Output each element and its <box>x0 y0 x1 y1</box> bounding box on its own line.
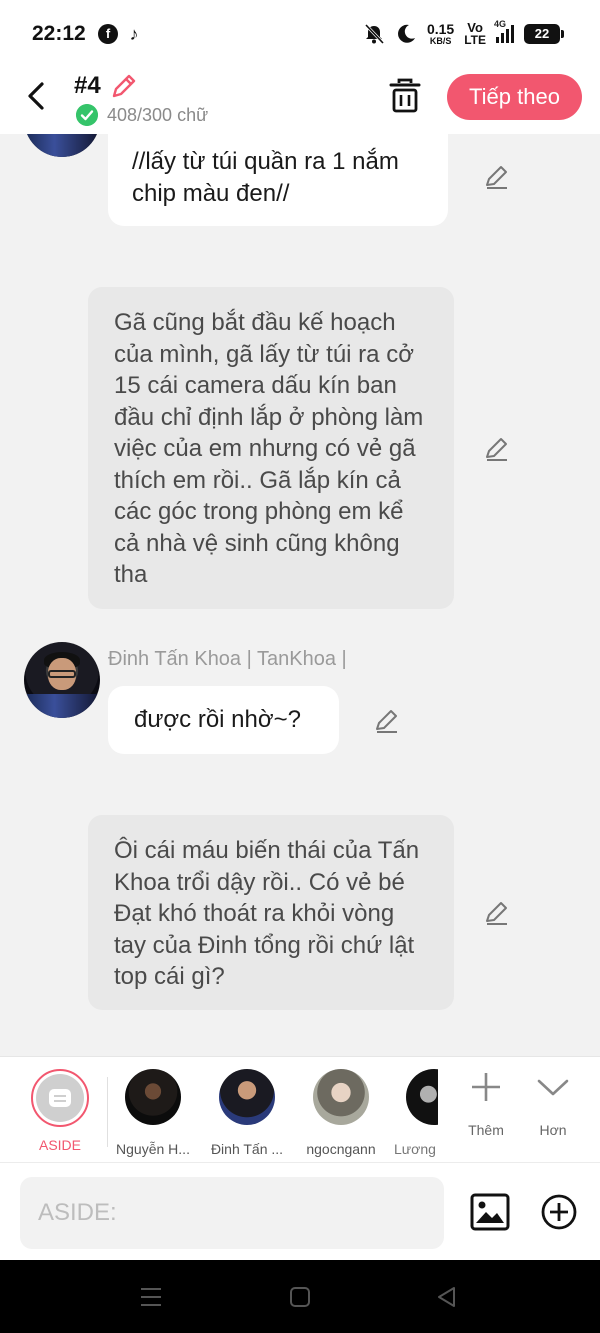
character-avatar <box>313 1069 369 1125</box>
battery-icon: 22 <box>524 24 564 44</box>
edit-title-icon[interactable] <box>110 72 138 100</box>
aside-icon <box>36 1074 84 1122</box>
more-button[interactable]: Hơn <box>523 1069 583 1138</box>
add-character-button[interactable]: Thêm <box>456 1069 516 1138</box>
image-icon[interactable] <box>470 1193 510 1231</box>
next-button[interactable]: Tiếp theo <box>447 74 582 120</box>
system-nav-bar <box>0 1260 600 1333</box>
composer <box>0 1162 600 1260</box>
character-label: ngocngann <box>306 1141 376 1157</box>
character-item[interactable]: Lương <box>384 1069 438 1157</box>
chevron-down-icon <box>537 1079 569 1096</box>
volte-indicator: Vo LTE <box>464 20 486 47</box>
character-item[interactable]: Đinh Tấn ... <box>202 1069 292 1157</box>
edit-icon[interactable] <box>373 706 401 734</box>
edit-icon[interactable] <box>483 434 511 462</box>
edit-icon[interactable] <box>483 162 511 190</box>
tiktok-icon: ♪ <box>129 24 139 44</box>
avatar[interactable] <box>24 642 100 718</box>
narration-bubble[interactable]: Ôi cái máu biến thái của Tấn Khoa trổi d… <box>88 815 454 1010</box>
back-arrow-icon[interactable] <box>22 78 52 114</box>
signal-icon: 4G <box>494 19 514 43</box>
character-avatar <box>219 1069 275 1125</box>
character-label: Đinh Tấn ... <box>210 1141 284 1157</box>
avatar[interactable] <box>24 134 100 157</box>
dialogue-bubble[interactable]: được rồi nhờ~? <box>108 686 339 754</box>
check-icon <box>76 104 98 126</box>
facebook-icon: f <box>98 24 118 44</box>
status-icons: 0.15 KB/S Vo LTE 4G 22 <box>363 19 564 48</box>
narration-bubble[interactable]: Gã cũng bắt đầu kế hoạch của mình, gã lấ… <box>88 287 454 609</box>
character-label: Nguyễn H... <box>116 1141 190 1157</box>
aside-avatar <box>31 1069 89 1127</box>
trash-icon[interactable] <box>388 78 422 114</box>
edit-icon[interactable] <box>483 898 511 926</box>
dialogue-bubble[interactable]: //lấy từ túi quần ra 1 nắm chip màu đen/… <box>108 134 448 226</box>
character-avatar <box>125 1069 181 1125</box>
chat-area[interactable]: //lấy từ túi quần ra 1 nắm chip màu đen/… <box>0 134 600 1056</box>
character-item[interactable]: Nguyễn H... <box>108 1069 198 1157</box>
word-count: 408/300 chữ <box>107 105 209 125</box>
character-selector: ASIDE Nguyễn H... Đinh Tấn ... ngocngann… <box>0 1056 600 1162</box>
editor-header: #4 408/300 chữ Tiếp theo <box>0 68 600 134</box>
character-aside[interactable]: ASIDE <box>15 1069 105 1153</box>
home-icon[interactable] <box>287 1284 313 1310</box>
character-label: ASIDE <box>38 1137 81 1153</box>
moon-icon <box>398 24 415 43</box>
back-triangle-icon[interactable] <box>434 1284 460 1310</box>
character-item[interactable]: ngocngann <box>296 1069 386 1157</box>
speaker-name: Đinh Tấn Khoa | TanKhoa | <box>108 648 347 670</box>
bell-muted-icon <box>364 23 385 45</box>
add-label: Thêm <box>468 1122 504 1138</box>
menu-icon[interactable] <box>138 1284 164 1310</box>
more-label: Hơn <box>539 1122 567 1138</box>
character-avatar <box>406 1069 438 1125</box>
chapter-number: #4 <box>74 72 101 99</box>
status-time: 22:12 <box>32 22 86 45</box>
net-speed: 0.15 KB/S <box>426 21 455 46</box>
add-circle-icon[interactable] <box>540 1193 578 1231</box>
character-label: Lương <box>394 1141 436 1157</box>
plus-icon <box>472 1073 500 1101</box>
aside-input[interactable] <box>20 1177 444 1249</box>
status-bar: 22:12 f ♪ 0.15 KB/S Vo LTE 4G 22 <box>0 0 600 68</box>
